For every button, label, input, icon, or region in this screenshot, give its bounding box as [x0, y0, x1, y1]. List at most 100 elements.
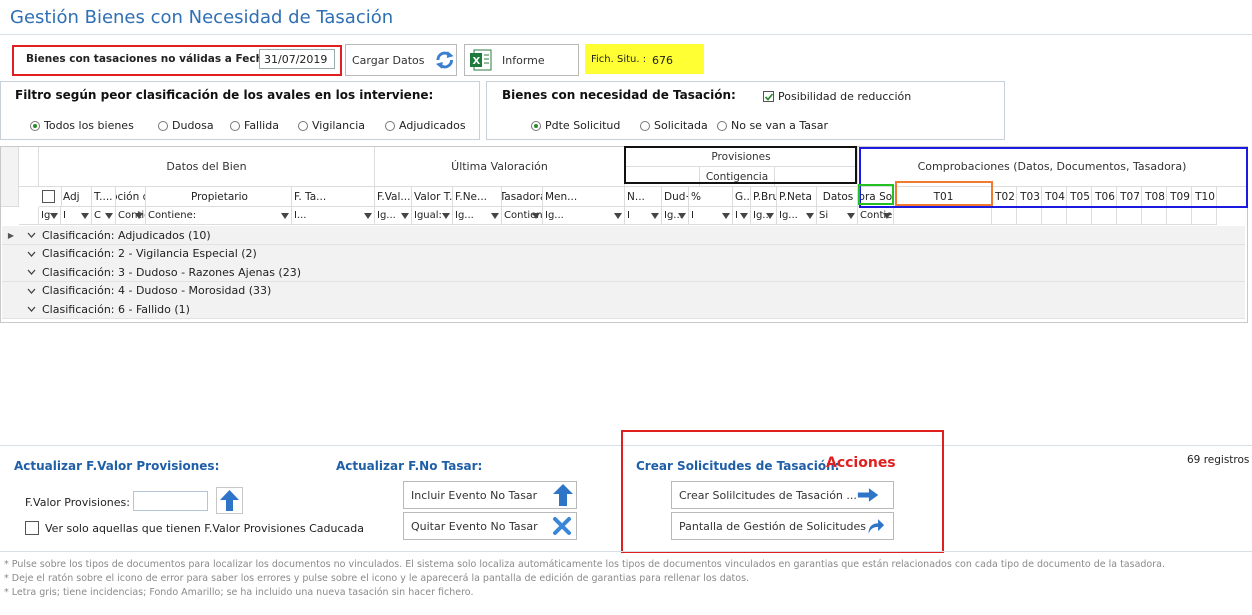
fecha-input[interactable]: 31/07/2019	[259, 49, 335, 69]
filter-funnel-icon[interactable]	[614, 213, 622, 219]
column-header[interactable]: Dud+...	[662, 187, 689, 207]
filter-funnel-icon[interactable]	[105, 213, 113, 219]
crear-solicitudes-button[interactable]: Crear Solilcitudes de Tasación ...	[671, 481, 894, 509]
filter-funnel-icon[interactable]	[722, 213, 730, 219]
filter-cell[interactable]: I	[625, 207, 662, 225]
filter-cell[interactable]: Ig	[39, 207, 61, 225]
column-header[interactable]: %	[689, 187, 733, 207]
chevron-down-icon[interactable]	[20, 251, 42, 257]
quitar-no-tasar-button[interactable]: Quitar Evento No Tasar	[403, 512, 577, 540]
column-header[interactable]: Adj	[61, 187, 92, 207]
filter-funnel-icon[interactable]	[740, 213, 748, 219]
filter-cell[interactable]: Ig...	[662, 207, 689, 225]
filter-cell[interactable]: I...	[292, 207, 375, 225]
filter-funnel-icon[interactable]	[135, 213, 143, 219]
column-header[interactable]: P.Bruta	[751, 187, 777, 207]
filter-cell[interactable]: Si	[817, 207, 858, 225]
svg-text:X: X	[473, 56, 481, 67]
informe-button[interactable]: X Informe	[464, 44, 579, 76]
radio-todos[interactable]: Todos los bienes	[30, 119, 134, 132]
radio-vigilancia[interactable]: Vigilancia	[298, 119, 365, 132]
radio-no-tasar[interactable]: No se van a Tasar	[717, 119, 828, 132]
filter-funnel-icon[interactable]	[81, 213, 89, 219]
radio-pdte-solicitud[interactable]: Pdte Solicitud	[531, 119, 620, 132]
incluir-no-tasar-button[interactable]: Incluir Evento No Tasar	[403, 481, 577, 509]
filter-funnel-icon[interactable]	[806, 213, 814, 219]
filter-cell[interactable]: I	[733, 207, 751, 225]
caducada-checkbox[interactable]: Ver solo aquellas que tienen F.Valor Pro…	[25, 521, 364, 535]
column-header[interactable]: F.Ne...	[453, 187, 502, 207]
filter-cell[interactable]: Ig...	[777, 207, 817, 225]
filter-cell[interactable]: Ig...	[375, 207, 412, 225]
filter-cell[interactable]: Ig...	[751, 207, 777, 225]
filter-funnel-icon[interactable]	[491, 213, 499, 219]
filter-cell[interactable]	[992, 207, 1017, 225]
filter-cell[interactable]: Contiene:	[146, 207, 292, 225]
filter-cell[interactable]	[1092, 207, 1117, 225]
cargar-datos-button[interactable]: Cargar Datos	[345, 44, 457, 76]
filter-cell[interactable]: I	[689, 207, 733, 225]
column-header[interactable]: Men...	[543, 187, 625, 207]
select-all-checkbox[interactable]	[42, 190, 55, 203]
filter-cell[interactable]: I	[61, 207, 92, 225]
filter-funnel-icon[interactable]	[847, 213, 855, 219]
radio-fallida[interactable]: Fallida	[230, 119, 279, 132]
group-row[interactable]: Clasificación: 2 - Vigilancia Especial (…	[2, 244, 1245, 264]
filter-value: I...	[294, 210, 307, 221]
filter-funnel-icon[interactable]	[401, 213, 409, 219]
filter-cell[interactable]	[1142, 207, 1167, 225]
filter-cell[interactable]: Ig...	[453, 207, 502, 225]
reduccion-checkbox[interactable]: Posibilidad de reducción	[763, 90, 911, 103]
filter-cell[interactable]	[1017, 207, 1042, 225]
filter-cell[interactable]	[1117, 207, 1142, 225]
group-row[interactable]: Clasificación: 6 - Fallido (1)	[2, 300, 1245, 319]
filter-funnel-icon[interactable]	[50, 213, 58, 219]
filter-cell[interactable]	[894, 207, 992, 225]
filter-value: Ig...	[779, 210, 798, 221]
filter-funnel-icon[interactable]	[442, 213, 450, 219]
column-header[interactable]: G...	[733, 187, 751, 207]
filter-cell[interactable]	[1042, 207, 1067, 225]
chevron-down-icon[interactable]	[20, 232, 42, 238]
column-header[interactable]: Valor T...	[412, 187, 453, 207]
fvalor-input[interactable]	[133, 491, 208, 511]
filter-funnel-icon[interactable]	[281, 213, 289, 219]
chevron-down-icon[interactable]	[20, 306, 42, 312]
group-row[interactable]: ▶ Clasificación: Adjudicados (10)	[2, 226, 1245, 245]
filter-funnel-icon[interactable]	[532, 213, 540, 219]
filter-funnel-icon[interactable]	[364, 213, 372, 219]
necesidad-title: Bienes con necesidad de Tasación:	[502, 88, 736, 102]
gestion-solicitudes-button[interactable]: Pantalla de Gestión de Solicitudes	[671, 512, 894, 540]
radio-adjudicados[interactable]: Adjudicados	[385, 119, 466, 132]
group-row[interactable]: Clasificación: 4 - Dudoso - Morosidad (3…	[2, 281, 1245, 301]
filter-funnel-icon[interactable]	[766, 213, 774, 219]
filter-cell[interactable]: Contiene:	[502, 207, 543, 225]
filter-cell[interactable]	[1067, 207, 1092, 225]
group-row[interactable]: Clasificación: 3 - Dudoso - Razones Ajen…	[2, 263, 1245, 282]
column-header[interactable]: Tasadora	[502, 187, 543, 207]
filter-cell[interactable]: Contiene:	[858, 207, 894, 225]
chevron-down-icon[interactable]	[20, 269, 42, 275]
column-header[interactable]: Propietario	[146, 187, 292, 207]
filter-cell[interactable]: Contiene:	[116, 207, 146, 225]
column-header[interactable]: F. Ta...	[292, 187, 375, 207]
column-header[interactable]: T....	[92, 187, 116, 207]
filter-funnel-icon[interactable]	[883, 213, 891, 219]
radio-dudosa[interactable]: Dudosa	[158, 119, 214, 132]
radio-solicitada[interactable]: Solicitada	[640, 119, 708, 132]
filter-value: Si	[819, 210, 829, 221]
filter-funnel-icon[interactable]	[651, 213, 659, 219]
filter-cell[interactable]: Igual:	[412, 207, 453, 225]
column-header[interactable]: P.Neta	[777, 187, 817, 207]
column-header[interactable]: N...	[625, 187, 662, 207]
filter-cell[interactable]: Ig...	[543, 207, 625, 225]
filter-cell[interactable]	[1192, 207, 1217, 225]
fvalor-update-button[interactable]	[216, 487, 243, 514]
column-header[interactable]: Datos	[817, 187, 858, 207]
column-header[interactable]: Descripción del Bien	[116, 187, 146, 207]
chevron-down-icon[interactable]	[20, 288, 42, 294]
filter-cell[interactable]	[1167, 207, 1192, 225]
filter-funnel-icon[interactable]	[678, 213, 686, 219]
column-header[interactable]: F.Val...	[375, 187, 412, 207]
filter-cell[interactable]: C	[92, 207, 116, 225]
